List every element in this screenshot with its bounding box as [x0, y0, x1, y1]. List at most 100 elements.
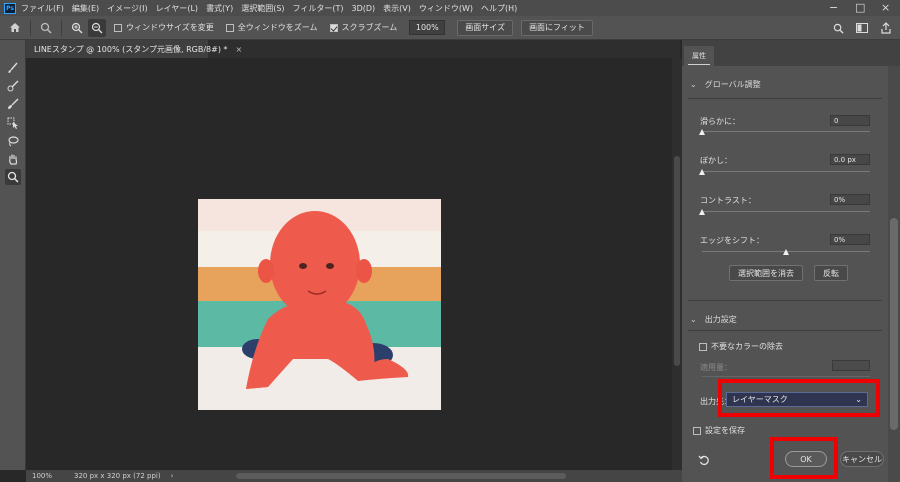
- status-arrow-icon[interactable]: ›: [161, 472, 174, 480]
- menu-filter[interactable]: フィルター(T): [293, 3, 344, 14]
- hand-tool-icon[interactable]: [5, 151, 21, 167]
- baby-overlay-figure: [242, 211, 409, 389]
- section-output-settings[interactable]: ⌄ 出力設定: [690, 314, 737, 325]
- feather-label: ぼかし：: [700, 156, 732, 165]
- output-to-value: レイヤーマスク: [732, 395, 788, 404]
- contrast-slider-track[interactable]: [702, 211, 870, 212]
- fit-screen-button[interactable]: 画面にフィット: [521, 19, 593, 36]
- status-document-info: 320 px x 320 px (72 ppi): [74, 472, 161, 480]
- home-icon[interactable]: [6, 19, 24, 37]
- menu-edit[interactable]: 編集(E): [72, 3, 99, 14]
- divider: [688, 98, 882, 99]
- divider: [30, 19, 31, 36]
- fit-size-button[interactable]: 画面サイズ: [457, 19, 514, 36]
- amount-label: 適用量：: [700, 363, 732, 372]
- menu-layer[interactable]: レイヤー(L): [156, 3, 198, 14]
- shift-edge-value-field[interactable]: 0%: [830, 234, 870, 245]
- menu-window[interactable]: ウィンドウ(W): [419, 3, 473, 14]
- tab-properties[interactable]: 属性: [684, 46, 714, 66]
- checkbox-box[interactable]: [225, 23, 234, 32]
- photoshop-logo-icon: Ps: [4, 2, 16, 14]
- divider: [688, 330, 882, 331]
- canvas-horizontal-scroll-thumb[interactable]: [236, 473, 566, 479]
- smooth-value-field[interactable]: 0: [830, 115, 870, 126]
- brush-alt-icon[interactable]: [5, 96, 21, 112]
- object-select-icon[interactable]: [5, 115, 21, 131]
- decontaminate-colors-checkbox[interactable]: 不要なカラーの除去: [699, 341, 783, 352]
- menu-3d[interactable]: 3D(D): [352, 4, 376, 13]
- options-bar: ウィンドウサイズを変更 全ウィンドウをズーム スクラブズーム 100% 画面サイ…: [0, 16, 900, 40]
- zoom-level-field[interactable]: 100%: [409, 20, 446, 35]
- smooth-label: 滑らかに：: [700, 117, 740, 126]
- canvas-scroll-thumb[interactable]: [674, 156, 680, 366]
- document-image[interactable]: [198, 199, 441, 410]
- lasso-icon[interactable]: [5, 133, 21, 149]
- menu-view[interactable]: 表示(V): [383, 3, 411, 14]
- checkbox-box[interactable]: [114, 23, 122, 32]
- feather-slider-track[interactable]: [702, 171, 870, 172]
- clear-selection-button[interactable]: 選択範囲を消去: [729, 265, 803, 281]
- share-icon[interactable]: [877, 19, 895, 37]
- panel-tab-strip: [682, 40, 900, 66]
- divider: [61, 19, 62, 36]
- checkbox-label: 全ウィンドウをズーム: [237, 23, 318, 32]
- chevron-down-icon: ⌄: [855, 395, 862, 404]
- checkbox-label: 不要なカラーの除去: [711, 342, 783, 351]
- chevron-down-icon: ⌄: [690, 315, 697, 324]
- menu-type[interactable]: 書式(Y): [206, 3, 233, 14]
- checkbox-box[interactable]: [699, 342, 707, 351]
- save-settings-checkbox[interactable]: 設定を保存: [693, 425, 745, 436]
- checkbox-label: ウィンドウサイズを変更: [126, 23, 214, 32]
- document-tab[interactable]: LINEスタンプ @ 100% (スタンプ元画像, RGB/8#) * ×: [26, 40, 242, 58]
- amount-slider-track: [702, 376, 870, 377]
- contrast-value-field[interactable]: 0%: [830, 194, 870, 205]
- chevron-down-icon: ⌄: [690, 80, 697, 89]
- close-tab-icon[interactable]: ×: [235, 45, 242, 54]
- smooth-slider-knob[interactable]: [699, 129, 705, 135]
- shift-edge-slider-knob[interactable]: [783, 249, 789, 255]
- output-to-dropdown[interactable]: レイヤーマスク ⌄: [726, 392, 868, 407]
- cancel-button[interactable]: キャンセル: [840, 451, 884, 467]
- status-bar: 100% 320 px x 320 px (72 ppi) ›: [26, 470, 682, 482]
- tab-underline: [688, 64, 710, 65]
- document-tab-title: LINEスタンプ @ 100% (スタンプ元画像, RGB/8#) *: [34, 44, 228, 54]
- menu-image[interactable]: イメージ(I): [107, 3, 147, 14]
- zoom-out-icon[interactable]: [88, 18, 106, 37]
- invert-button[interactable]: 反転: [814, 265, 848, 281]
- feather-value-field[interactable]: 0.0 px: [830, 154, 870, 165]
- ok-button[interactable]: OK: [785, 451, 827, 467]
- reset-icon[interactable]: [697, 453, 711, 467]
- restore-button[interactable]: □: [855, 1, 865, 14]
- section-title: グローバル調整: [704, 80, 761, 89]
- workspace-icon[interactable]: [853, 19, 871, 37]
- divider: [688, 300, 882, 301]
- refine-edge-brush-icon[interactable]: [5, 78, 21, 94]
- checkbox-box[interactable]: [693, 426, 701, 435]
- status-zoom[interactable]: 100%: [26, 472, 66, 480]
- minimize-button[interactable]: −: [829, 1, 838, 14]
- contrast-slider-knob[interactable]: [699, 209, 705, 215]
- search-icon[interactable]: [829, 19, 847, 37]
- zoom-all-windows-checkbox[interactable]: 全ウィンドウをズーム: [225, 22, 318, 33]
- brush-tool-icon[interactable]: [5, 60, 21, 76]
- section-title: 出力設定: [704, 315, 737, 324]
- section-global-adjustments[interactable]: ⌄ グローバル調整: [690, 79, 761, 90]
- smooth-slider-track[interactable]: [702, 131, 870, 132]
- menu-select[interactable]: 選択範囲(S): [241, 3, 284, 14]
- checkbox-box[interactable]: [329, 23, 338, 32]
- menu-file[interactable]: ファイル(F): [21, 3, 64, 14]
- feather-slider-knob[interactable]: [699, 169, 705, 175]
- zoom-tool-icon[interactable]: [37, 19, 55, 37]
- shift-edge-label: エッジをシフト：: [700, 236, 764, 245]
- contrast-label: コントラスト：: [700, 196, 756, 205]
- zoom-in-icon[interactable]: [68, 19, 86, 37]
- panel-scroll-thumb[interactable]: [890, 218, 898, 430]
- zoom-tool-icon[interactable]: [5, 169, 21, 185]
- checkbox-label: 設定を保存: [705, 426, 745, 435]
- menu-help[interactable]: ヘルプ(H): [481, 3, 517, 14]
- close-window-button[interactable]: ×: [881, 1, 890, 14]
- resize-windows-checkbox[interactable]: ウィンドウサイズを変更: [114, 22, 214, 33]
- checkbox-label: スクラブズーム: [341, 23, 398, 32]
- scrubby-zoom-checkbox[interactable]: スクラブズーム: [329, 22, 398, 33]
- tab-strip: [208, 40, 680, 58]
